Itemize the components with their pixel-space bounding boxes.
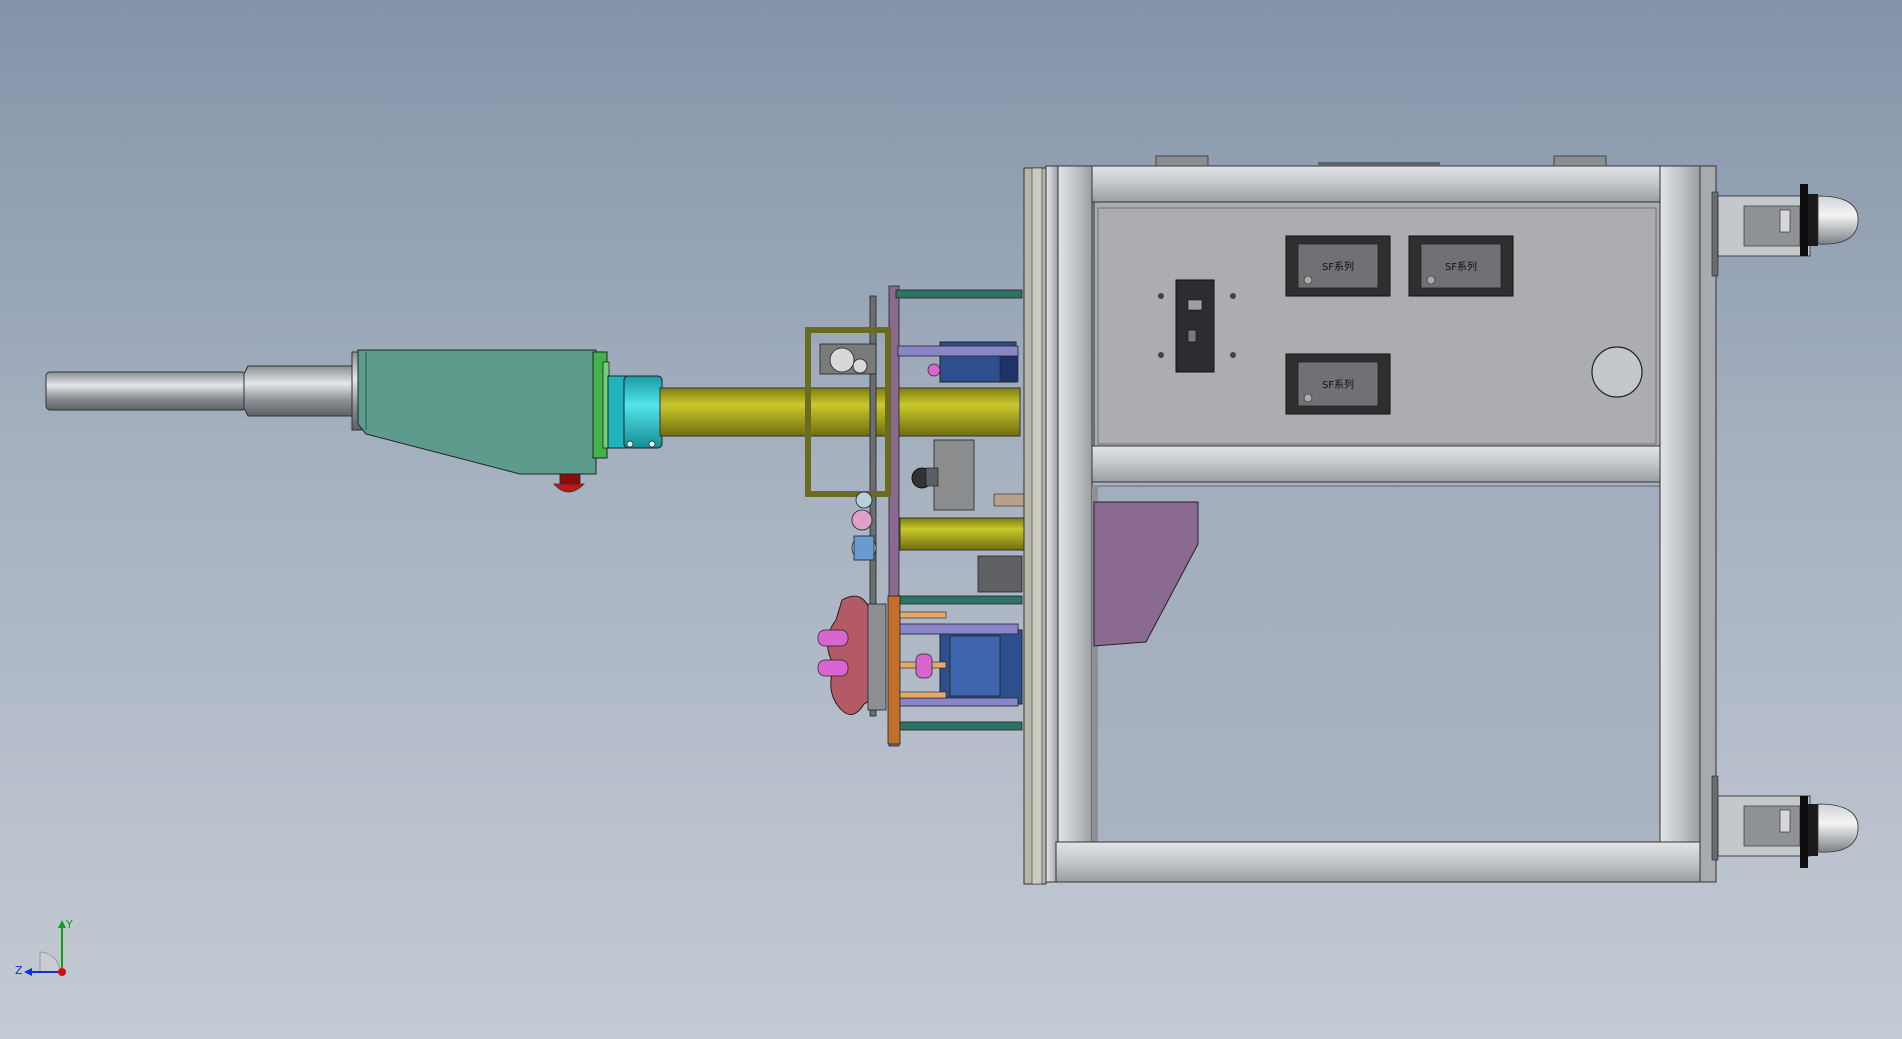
gearbox-housing <box>357 349 610 475</box>
orientation-triad[interactable]: Y Z <box>10 916 80 986</box>
plate-1-text: SF系列 <box>1322 260 1354 273</box>
z-axis-label: Z <box>15 964 23 977</box>
plate-3-text: SF系列 <box>1322 378 1354 391</box>
label-plate-3: SF系列 <box>1285 353 1391 415</box>
drive-mechanism <box>805 285 1027 747</box>
y-axis-label: Y <box>65 918 73 931</box>
plate-2-text: SF系列 <box>1445 260 1477 273</box>
cad-viewport[interactable]: SF系列 SF系列 SF系列 Y Z <box>0 0 1902 1039</box>
caster-top <box>1711 184 1859 277</box>
assembly-model[interactable]: SF系列 SF系列 SF系列 <box>0 0 1902 1039</box>
cyan-collar <box>607 375 663 449</box>
x-axis-dot <box>58 968 66 976</box>
label-plate-2: SF系列 <box>1408 235 1514 297</box>
round-port <box>1591 346 1643 398</box>
emergency-button[interactable] <box>553 473 585 493</box>
shaft-assembly <box>45 351 363 431</box>
label-plate-1: SF系列 <box>1285 235 1391 297</box>
olive-tube <box>659 387 1021 437</box>
caster-bottom <box>1711 775 1859 868</box>
